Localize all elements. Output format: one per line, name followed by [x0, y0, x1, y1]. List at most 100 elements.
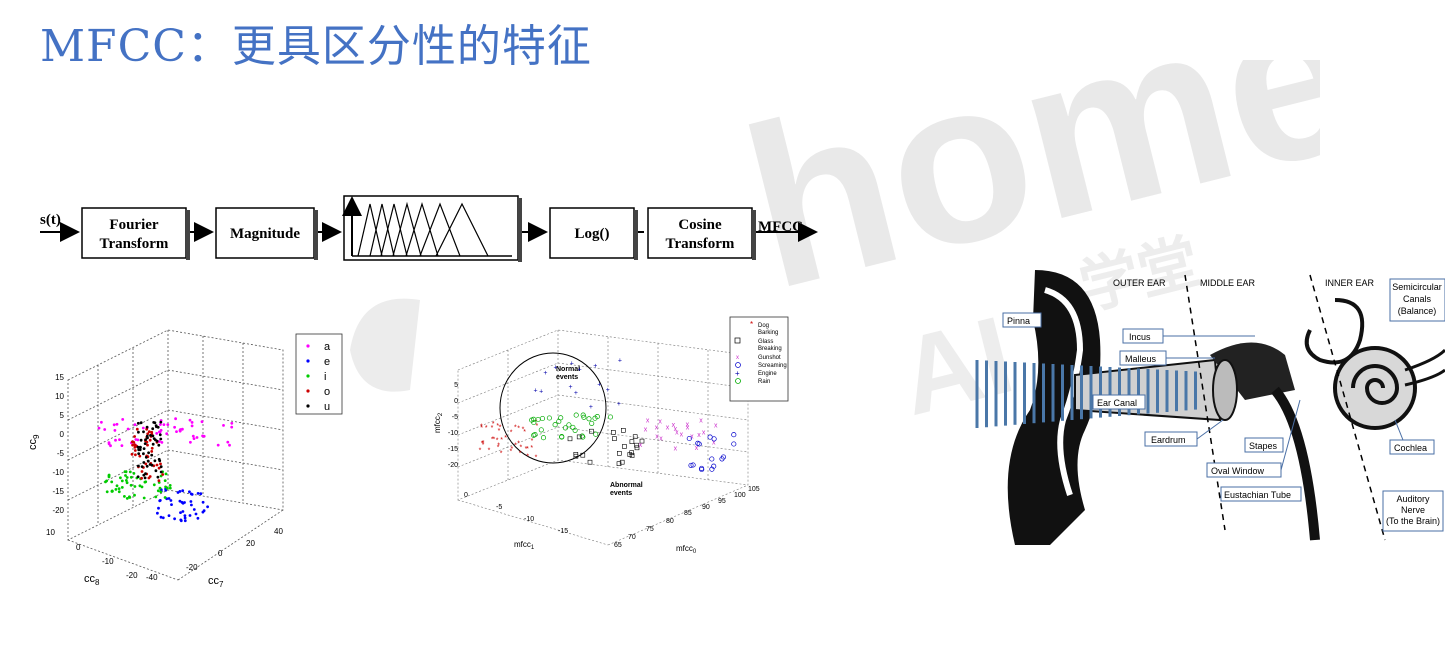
inner-ear-label: INNER EAR — [1325, 278, 1375, 288]
data-point — [621, 428, 626, 433]
y-tick: 85 — [684, 510, 692, 517]
data-point — [137, 452, 141, 455]
plot-box — [67, 329, 284, 541]
data-point: * — [535, 454, 538, 461]
data-point: * — [482, 442, 485, 449]
data-point — [152, 483, 156, 487]
legend-label: u — [324, 401, 330, 413]
data-point — [206, 505, 210, 509]
data-point — [133, 485, 137, 488]
legend-dog: Dog — [758, 323, 769, 329]
data-point: x — [659, 436, 663, 443]
data-point — [155, 439, 159, 443]
data-point — [117, 490, 121, 494]
legend-label: e — [324, 356, 330, 368]
data-point: * — [526, 446, 529, 453]
plot-box — [457, 329, 749, 501]
legend-marker — [306, 374, 310, 378]
z-tick: -20 — [448, 462, 458, 469]
data-point: * — [526, 453, 529, 460]
ear-canal-label: Ear Canal — [1097, 398, 1137, 408]
data-point — [158, 433, 162, 437]
data-point — [124, 474, 127, 477]
data-point: + — [554, 364, 558, 371]
legend-screaming: Screaming — [758, 363, 787, 369]
data-point — [589, 420, 595, 426]
abnormal-label-1: Abnormal — [610, 482, 643, 489]
output-label: MFCC — [758, 219, 803, 235]
data-point: x — [714, 422, 718, 429]
data-point — [114, 488, 118, 491]
data-point — [120, 479, 124, 483]
data-point — [195, 436, 199, 439]
data-point — [166, 486, 169, 490]
data-point — [181, 489, 185, 493]
data-point — [150, 463, 154, 467]
data-point — [731, 441, 737, 447]
data-point — [188, 418, 192, 422]
data-point — [163, 479, 167, 482]
input-label: s(t) — [40, 212, 61, 228]
data-point — [540, 435, 547, 441]
magnitude-label: Magnitude — [230, 226, 300, 242]
data-point — [147, 451, 150, 455]
data-point: x — [658, 418, 662, 425]
data-point — [161, 473, 165, 476]
mfcc-pipeline-diagram: s(t) Fourier Transform Magnitude Log() C… — [40, 195, 818, 262]
data-point — [160, 441, 164, 444]
data-point — [170, 503, 173, 506]
data-point — [169, 499, 173, 502]
data-point — [629, 439, 635, 444]
data-point — [587, 459, 593, 465]
data-point — [144, 438, 147, 441]
z-tick: 5 — [454, 382, 458, 389]
z-tick: -10 — [448, 430, 458, 437]
data-point: * — [510, 430, 513, 437]
y-tick: 100 — [734, 492, 746, 499]
data-point — [144, 472, 147, 476]
legend-gunshot: Gunshot — [758, 355, 781, 361]
data-point — [552, 422, 558, 428]
data-point — [145, 434, 149, 438]
legend-glass-2: Breaking — [758, 346, 782, 352]
data-point — [151, 434, 155, 438]
semicircular-label-1: Semicircular — [1392, 282, 1442, 292]
data-point — [134, 438, 138, 441]
data-point — [156, 425, 160, 429]
data-point — [573, 412, 579, 418]
auditory-label-2: Nerve — [1401, 505, 1425, 515]
data-point — [572, 427, 578, 433]
data-point — [216, 443, 220, 447]
data-point — [532, 432, 538, 438]
data-point — [123, 495, 126, 498]
data-point — [146, 459, 150, 463]
data-point — [192, 508, 196, 511]
data-point: + — [543, 370, 547, 377]
cochlea-shape — [1333, 346, 1417, 430]
data-point — [158, 486, 162, 490]
data-point — [230, 425, 234, 429]
data-point — [138, 484, 142, 488]
legend-marker — [306, 344, 310, 348]
data-point — [136, 475, 140, 479]
data-point: x — [674, 426, 678, 433]
data-point — [125, 497, 129, 500]
y-tick: -20 — [186, 563, 198, 572]
data-point — [138, 445, 142, 449]
data-point: x — [655, 424, 659, 431]
slide-title: MFCC：更具区分性的特征 — [40, 21, 592, 72]
data-point — [199, 492, 203, 496]
data-point — [546, 415, 552, 421]
data-point — [189, 440, 192, 444]
x-axis-label: mfcc1 — [514, 540, 535, 551]
malleus-label: Malleus — [1125, 354, 1157, 364]
z-tick: 10 — [55, 392, 64, 401]
data-point — [147, 476, 151, 480]
data-point — [179, 519, 183, 523]
data-point — [622, 444, 627, 449]
data-point — [118, 438, 121, 441]
data-point: * — [519, 450, 522, 457]
data-point — [190, 493, 194, 496]
data-point — [134, 453, 137, 457]
data-point — [142, 496, 146, 500]
